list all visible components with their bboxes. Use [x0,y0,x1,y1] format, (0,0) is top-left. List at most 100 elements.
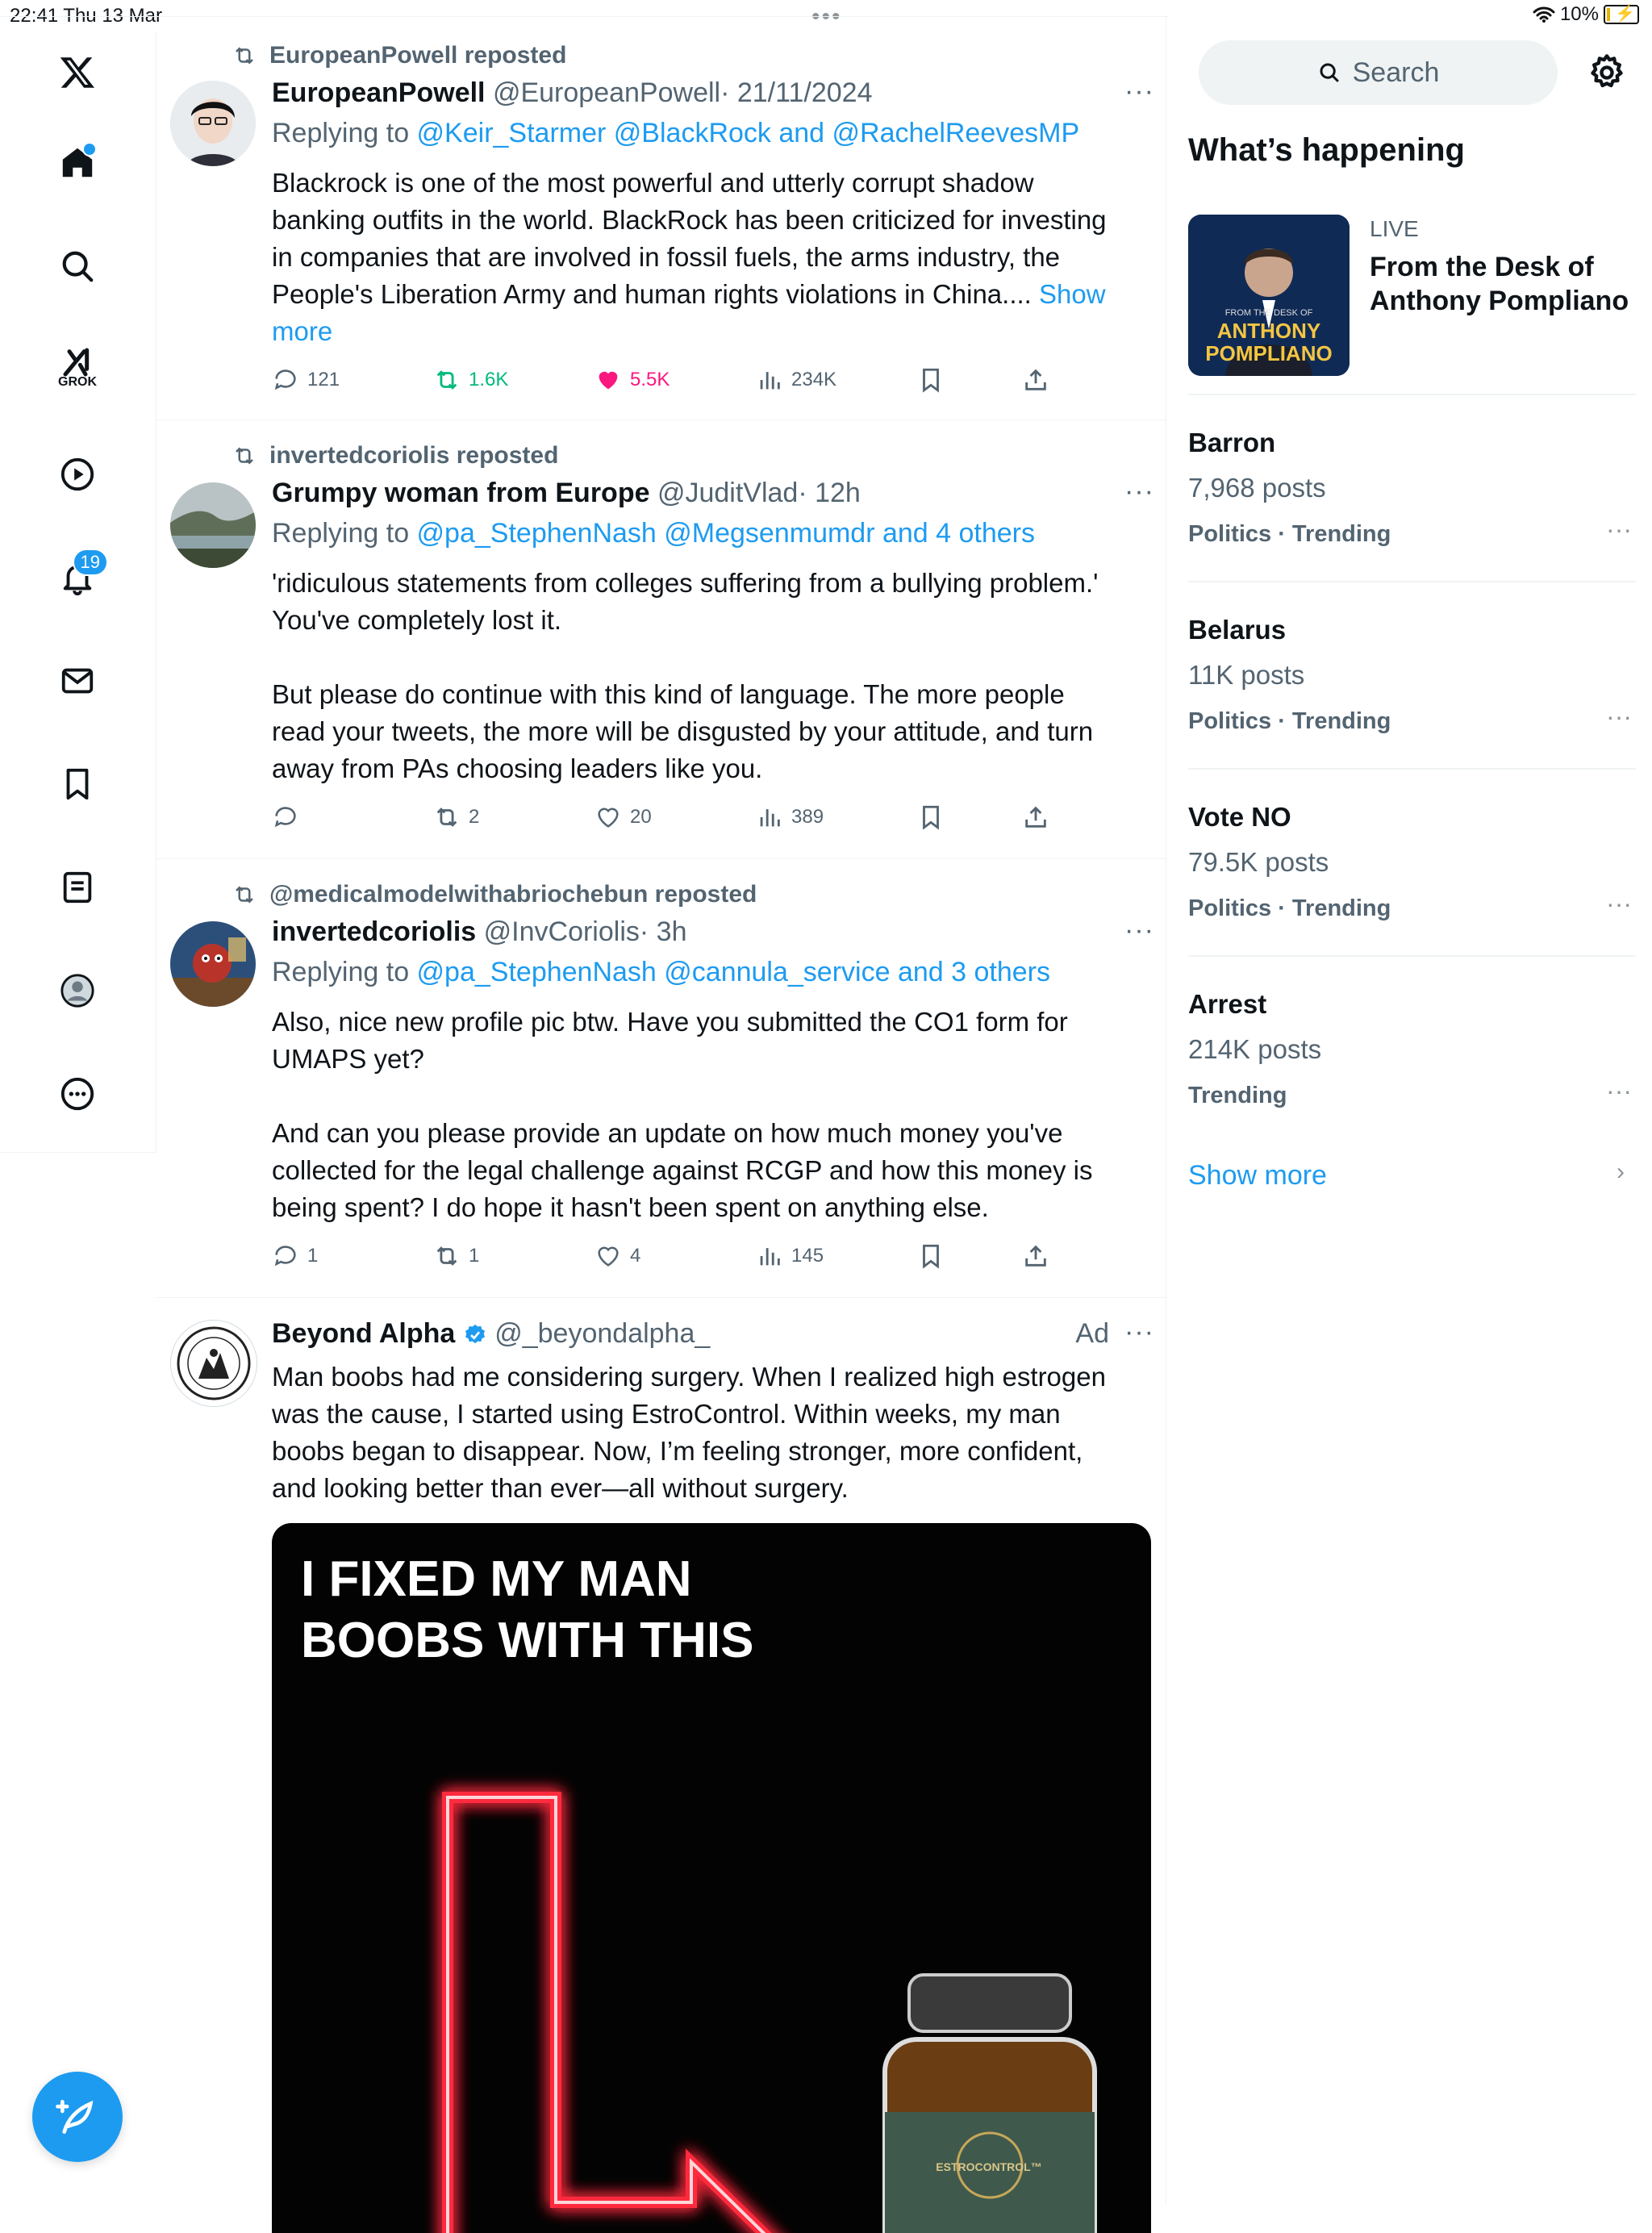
avatar[interactable] [170,81,256,166]
like-button[interactable]: 4 [594,1242,640,1270]
share-icon [1025,369,1046,390]
trend-more-button[interactable]: ··· [1606,515,1632,545]
trend-item[interactable]: Belarus 11K posts Politics · Trending ··… [1188,615,1640,776]
tweet[interactable]: @medicalmodelwithabriochebun reposted in… [156,858,1166,1298]
explore-search-icon[interactable] [48,237,106,295]
tweet-more-button[interactable]: ··· [1124,1317,1154,1348]
share-button[interactable] [1022,1242,1049,1270]
search-placeholder: Search [1352,56,1440,88]
bookmark-button[interactable] [917,1242,945,1270]
reply-mentions[interactable]: @Keir_Starmer @BlackRock and @RachelReev… [417,118,1080,148]
compose-post-button[interactable] [32,2072,123,2162]
x-logo-icon[interactable] [48,44,106,102]
author-handle[interactable]: @EuropeanPowell [493,77,720,108]
trend-item[interactable]: Arrest 214K posts Trending ··· [1188,989,1640,1150]
tweet-actions: 1 1 4 145 [272,1242,1078,1275]
bookmarks-icon[interactable] [48,755,106,813]
chevron-right-icon: › [1617,1158,1625,1185]
avatar[interactable] [170,482,256,568]
live-thumb-name: ANTHONY POMPLIANO [1205,319,1333,365]
repost-button[interactable]: 2 [433,803,479,831]
trend-category: Politics · Trending [1188,708,1391,734]
author-handle[interactable]: @JuditVlad [657,478,798,508]
bookmark-button[interactable] [917,803,945,831]
settings-gear-icon[interactable] [1586,52,1628,94]
grok-icon[interactable]: GROK [48,339,106,397]
promoted-tweet[interactable]: Beyond Alpha @_beyondalpha_ Ad ··· Man b… [156,1297,1166,2233]
right-sidebar: Search What’s happening FROM THE DESK OF… [1168,32,1652,2204]
trend-more-button[interactable]: ··· [1606,889,1632,919]
tweet-actions: 121 1.6K 5.5K 234K [272,366,1078,399]
trend-name: Arrest [1188,989,1267,1019]
trend-name: Belarus [1188,615,1287,645]
advertiser-avatar[interactable] [170,1320,257,1407]
reply-mentions[interactable]: @pa_StephenNash @Megsenmumdr and 4 other… [417,518,1035,549]
tweet-more-button[interactable]: ··· [1124,76,1154,107]
author-handle[interactable]: @InvCoriolis [484,916,640,947]
views-button[interactable]: 389 [756,803,824,831]
trend-post-count: 214K posts [1188,1034,1322,1064]
views-chart-icon [760,1248,780,1266]
reply-button[interactable] [272,803,307,831]
show-more-trends-link[interactable]: Show more [1188,1160,1327,1192]
repost-icon [236,47,253,65]
trend-category: Politics · Trending [1188,895,1391,921]
messages-mail-icon[interactable] [48,652,106,710]
trend-more-button[interactable]: ··· [1606,1076,1632,1106]
lists-icon[interactable] [48,858,106,916]
live-label: LIVE [1370,216,1419,241]
live-title[interactable]: From the Desk of Anthony Pompliano [1370,250,1644,318]
search-bar[interactable]: Search [1199,40,1558,105]
advertiser-handle[interactable]: @_beyondalpha_ [494,1318,710,1349]
reply-mentions[interactable]: @pa_StephenNash @cannula_service and 3 o… [417,957,1050,987]
author-name[interactable]: invertedcoriolis [272,916,476,947]
battery-percent: 10% [1559,3,1599,25]
verified-badge-icon [465,1324,485,1344]
author-name[interactable]: EuropeanPowell [272,77,486,108]
tweet-time[interactable]: · 3h [640,916,687,947]
supplement-bottle-graphic [882,1973,1097,2233]
reply-button[interactable]: 1 [272,1242,318,1270]
unread-dot [82,142,97,157]
repost-icon [436,1246,457,1266]
trend-post-count: 79.5K posts [1188,847,1329,877]
like-button[interactable]: 20 [594,803,652,831]
reply-button[interactable]: 121 [272,366,340,394]
share-button[interactable] [1022,803,1049,831]
trend-item[interactable]: Barron 7,968 posts Politics · Trending ·… [1188,428,1640,589]
advertiser-name[interactable]: Beyond Alpha [272,1318,455,1349]
profile-avatar-icon[interactable] [48,962,106,1020]
views-button[interactable]: 234K [756,366,836,394]
bookmark-button[interactable] [917,366,945,394]
author-name[interactable]: Grumpy woman from Europe [272,478,650,508]
reply-icon [274,369,296,390]
tweet-time[interactable]: · 21/11/2024 [720,77,872,108]
home-icon[interactable] [48,134,106,192]
repost-button[interactable]: 1.6K [433,366,508,394]
repost-button[interactable]: 1 [433,1242,479,1270]
tweet-more-button[interactable]: ··· [1124,476,1154,507]
views-button[interactable]: 145 [756,1242,824,1270]
tweet[interactable]: EuropeanPowell reposted EuropeanPowell @… [156,16,1166,420]
share-button[interactable] [1022,366,1049,394]
like-button[interactable]: 5.5K [594,366,670,394]
ad-media-image[interactable]: I FIXED MY MAN BOOBS WITH THIS ESTROCONT… [272,1523,1151,2233]
share-icon [1025,1245,1046,1267]
tweet[interactable]: invertedcoriolis reposted Grumpy woman f… [156,419,1166,859]
trend-more-button[interactable]: ··· [1606,702,1632,732]
wifi-icon [1533,6,1555,23]
video-play-icon[interactable] [48,445,106,503]
tweet-text: 'ridiculous statements from colleges suf… [272,568,1099,783]
notifications-bell-icon[interactable]: 19 [48,549,108,607]
avatar[interactable] [170,921,256,1007]
tweet-time[interactable]: · 12h [798,478,861,508]
bookmark-icon [923,368,939,393]
tweet-header: Grumpy woman from Europe @JuditVlad· 12h [272,478,1149,509]
tweet-header: Beyond Alpha @_beyondalpha_ [272,1318,1149,1350]
live-thumbnail[interactable]: FROM THE DESK OF ANTHONY POMPLIANO [1188,215,1350,376]
trend-category: Politics · Trending [1188,521,1391,547]
tweet-more-button[interactable]: ··· [1124,915,1154,946]
trend-item[interactable]: Vote NO 79.5K posts Politics · Trending … [1188,802,1640,963]
more-options-icon[interactable] [48,1065,106,1123]
ad-label: Ad [1075,1318,1109,1349]
